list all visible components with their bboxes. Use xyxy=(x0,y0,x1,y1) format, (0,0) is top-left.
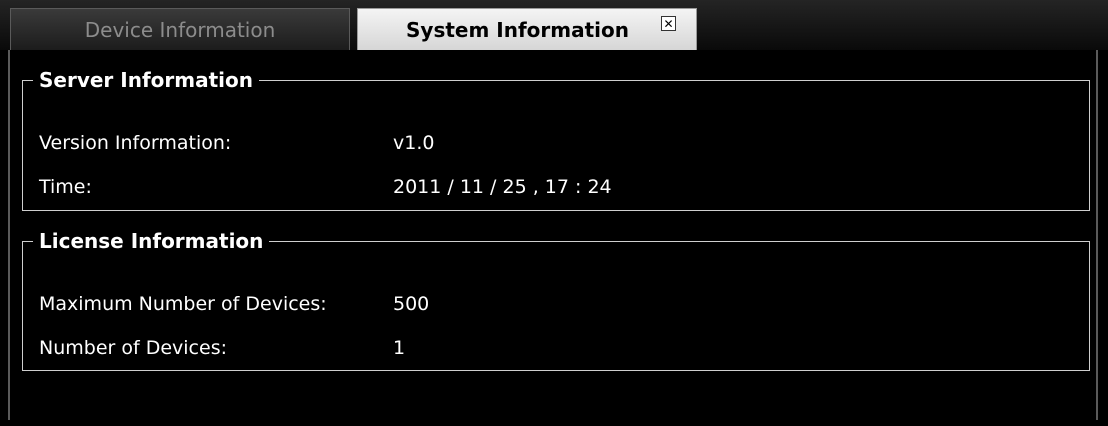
system-info-window: Device Information System Information ✕ … xyxy=(0,0,1108,426)
max-devices-label: Maximum Number of Devices: xyxy=(39,293,327,315)
tab-bar: Device Information System Information ✕ xyxy=(0,0,1108,50)
server-information-group: Server Information Version Information: v… xyxy=(22,68,1090,211)
max-devices-value: 500 xyxy=(393,293,430,315)
version-row: Version Information: v1.0 xyxy=(39,132,434,154)
max-devices-row: Maximum Number of Devices: 500 xyxy=(39,293,429,315)
close-icon[interactable]: ✕ xyxy=(661,16,676,31)
time-label: Time: xyxy=(39,176,92,198)
window-left-border xyxy=(8,50,10,420)
time-value: 2011 / 11 / 25 , 17 : 24 xyxy=(393,176,612,198)
server-information-title: Server Information xyxy=(39,68,253,92)
tab-system-information[interactable]: System Information ✕ xyxy=(357,8,697,50)
window-right-border xyxy=(1096,50,1098,420)
devices-label: Number of Devices: xyxy=(39,337,227,359)
license-information-title: License Information xyxy=(39,229,264,253)
tab-device-information-label: Device Information xyxy=(84,17,276,42)
tab-device-information[interactable]: Device Information xyxy=(10,8,350,50)
tab-system-information-label: System Information xyxy=(406,17,629,42)
devices-row: Number of Devices: 1 xyxy=(39,337,405,359)
license-information-group: License Information Maximum Number of De… xyxy=(22,229,1090,371)
time-row: Time: 2011 / 11 / 25 , 17 : 24 xyxy=(39,176,612,198)
version-label: Version Information: xyxy=(39,132,232,154)
devices-value: 1 xyxy=(393,337,406,359)
version-value: v1.0 xyxy=(393,132,435,154)
